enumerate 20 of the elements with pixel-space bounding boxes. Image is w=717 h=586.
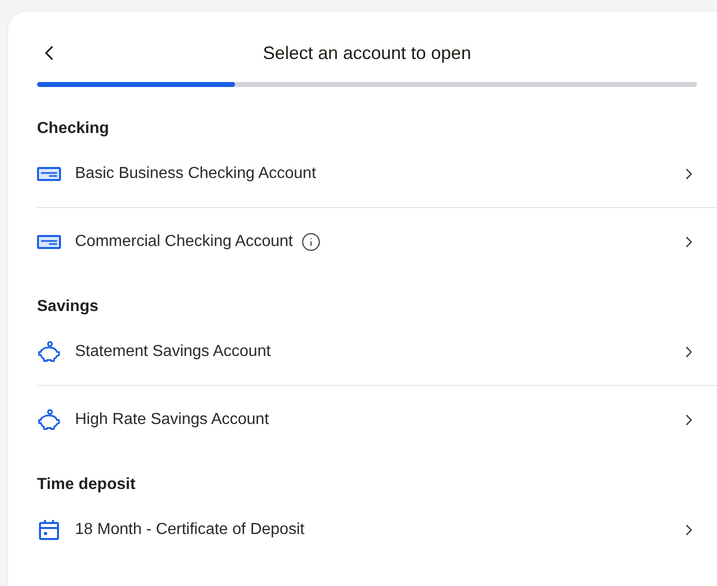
account-name: Basic Business Checking Account (75, 164, 316, 184)
piggy-bank-icon (37, 408, 61, 432)
calendar-icon (38, 519, 60, 541)
account-option[interactable]: Statement Savings Account (37, 318, 717, 386)
account-option[interactable]: 18 Month - Certificate of Deposit (37, 496, 717, 564)
card-icon (37, 166, 61, 182)
section-heading: Time deposit (37, 475, 136, 495)
piggy-bank-icon (37, 340, 61, 364)
account-option[interactable]: Basic Business Checking Account (37, 140, 717, 208)
account-name: Statement Savings Account (75, 342, 271, 362)
account-option[interactable]: Commercial Checking Account (37, 208, 717, 276)
account-name: High Rate Savings Account (75, 410, 269, 430)
account-name: 18 Month - Certificate of Deposit (75, 520, 304, 540)
account-name: Commercial Checking Account (75, 232, 293, 252)
section-heading: Checking (37, 119, 110, 139)
account-option[interactable]: High Rate Savings Account (37, 386, 717, 454)
page-title: Select an account to open (262, 42, 472, 65)
section-heading: Savings (37, 297, 98, 317)
info-icon[interactable] (300, 232, 321, 252)
card-icon (37, 234, 61, 250)
